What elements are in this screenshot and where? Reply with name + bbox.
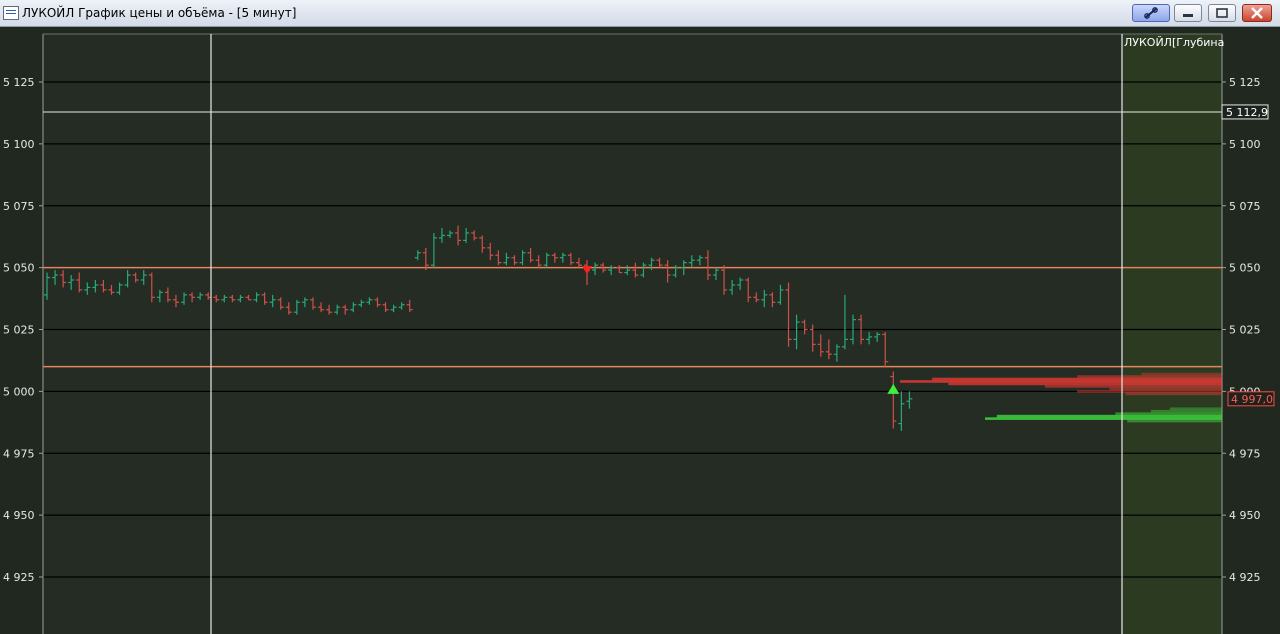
bid-volume-bar <box>1127 419 1222 423</box>
right-tick-label: 5 075 <box>1229 200 1261 213</box>
minimize-icon <box>1183 14 1193 17</box>
depth-panel-title: ЛУКОЙЛ[Глубина <box>1124 36 1224 49</box>
left-tick-label: 4 925 <box>3 571 35 584</box>
right-tick-label: 4 925 <box>1229 571 1261 584</box>
bid-volume-bar <box>1150 409 1222 413</box>
window-titlebar: ЛУКОЙЛ График цены и объёма - [5 минут] <box>0 0 1280 27</box>
left-tick-label: 4 975 <box>3 447 35 460</box>
bid-volume-bar <box>996 414 1222 418</box>
right-tick-label: 5 025 <box>1229 324 1261 337</box>
right-tick-label: 5 050 <box>1229 262 1261 275</box>
link-icon <box>1144 7 1158 19</box>
bid-volume-bar <box>1169 407 1222 410</box>
ask-volume-bar <box>948 382 1222 386</box>
price-chart[interactable]: 5 125 5 125 5 100 5 100 5 075 5 075 5 050 5 050… <box>0 27 1280 634</box>
ask-volume-bar <box>1125 392 1222 396</box>
ask-volume-bar <box>1109 387 1222 391</box>
ask-volume-bar <box>1077 390 1222 393</box>
restore-button[interactable] <box>1208 4 1236 22</box>
minimize-button[interactable] <box>1174 4 1202 22</box>
depth-panel <box>1122 34 1222 634</box>
left-tick-label: 5 100 <box>3 138 35 151</box>
crosshair-price-text: 5 112,9 <box>1226 106 1268 119</box>
left-tick-label: 5 075 <box>3 200 35 213</box>
close-icon <box>1251 7 1263 19</box>
plot-area <box>43 34 1222 634</box>
left-tick-label: 5 000 <box>3 385 35 398</box>
link-button[interactable] <box>1132 4 1170 22</box>
window-title: ЛУКОЙЛ График цены и объёма - [5 минут] <box>22 6 297 20</box>
ask-volume-bar <box>1044 385 1222 388</box>
left-tick-label: 4 950 <box>3 509 35 522</box>
restore-icon <box>1216 8 1228 18</box>
ask-volume-bar <box>932 377 1222 381</box>
bid-volume-bar <box>1115 412 1222 415</box>
right-tick-label: 5 100 <box>1229 138 1261 151</box>
left-tick-label: 5 125 <box>3 76 35 89</box>
last-price-label: 4 997,0 <box>1227 391 1275 407</box>
last-price-text: 4 997,0 <box>1231 393 1273 406</box>
close-button[interactable] <box>1242 4 1272 22</box>
right-tick-label: 4 975 <box>1229 447 1261 460</box>
right-tick-label: 5 125 <box>1229 76 1261 89</box>
bid-volume-bar <box>985 417 1222 420</box>
left-tick-label: 5 050 <box>3 262 35 275</box>
left-tick-label: 5 025 <box>3 324 35 337</box>
ask-volume-bar <box>900 380 1222 383</box>
right-tick-label: 4 950 <box>1229 509 1261 522</box>
crosshair-price-label: 5 112,9 <box>1221 104 1269 120</box>
ask-volume-bar <box>1077 375 1222 378</box>
chart-window-icon <box>3 6 19 20</box>
ask-volume-bar <box>1141 372 1222 376</box>
